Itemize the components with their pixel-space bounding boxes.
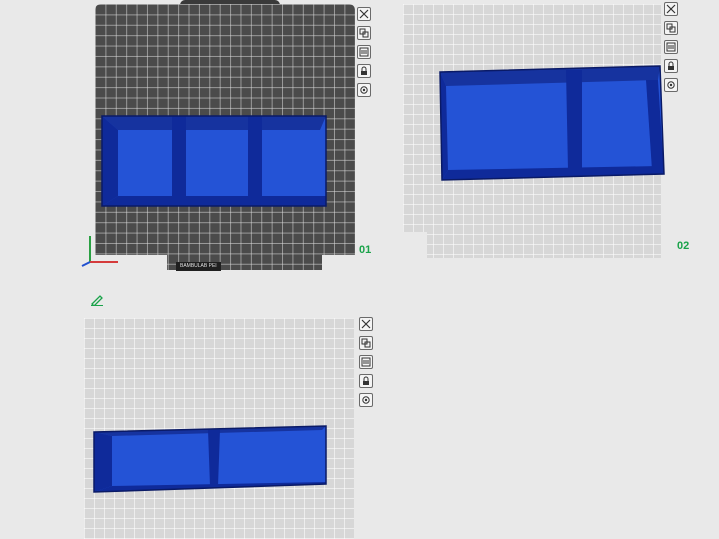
plate-02-toolbar [664, 2, 678, 92]
plate-02-orient-button[interactable] [664, 40, 678, 54]
close-icon [359, 9, 369, 19]
plate-01-arrange-button[interactable] [357, 26, 371, 40]
lock-icon [361, 66, 367, 75]
arrange-icon [361, 338, 371, 348]
plate-01-number[interactable]: 01 [359, 244, 371, 256]
plate-01-object[interactable] [98, 110, 330, 212]
lock-icon [668, 61, 674, 70]
lock-icon [363, 376, 369, 385]
plate-01-lock-button[interactable] [357, 64, 371, 78]
plate-01-bed-label: BAMBULAB PEI [176, 262, 221, 271]
plate-01-toolbar [357, 7, 371, 97]
orient-icon [361, 357, 371, 367]
plate-02-close-button[interactable] [664, 2, 678, 16]
plate-02-settings-button[interactable] [664, 78, 678, 92]
plate-03-object[interactable] [90, 422, 330, 496]
plate-03-toolbar [359, 317, 373, 407]
orient-icon [666, 42, 676, 52]
close-icon [666, 4, 676, 14]
plate-03-orient-button[interactable] [359, 355, 373, 369]
plate-01-orient-button[interactable] [357, 45, 371, 59]
arrange-icon [666, 23, 676, 33]
close-icon [361, 319, 371, 329]
plate-01-close-button[interactable] [357, 7, 371, 21]
plate-03-arrange-button[interactable] [359, 336, 373, 350]
pencil-icon[interactable] [90, 294, 104, 306]
plate-02-notch [403, 232, 427, 258]
plate-01-settings-button[interactable] [357, 83, 371, 97]
arrange-icon [359, 28, 369, 38]
plate-02-number[interactable]: 02 [677, 240, 689, 252]
settings-icon [362, 396, 370, 404]
plate-03-lock-button[interactable] [359, 374, 373, 388]
settings-icon [667, 81, 675, 89]
plate-02-lock-button[interactable] [664, 59, 678, 73]
settings-icon [360, 86, 368, 94]
axis-gizmo [81, 236, 118, 267]
plate-01-notch-right [322, 255, 358, 271]
plate-03-close-button[interactable] [359, 317, 373, 331]
orient-icon [359, 47, 369, 57]
plate-02-object[interactable] [436, 62, 668, 184]
plate-03-settings-button[interactable] [359, 393, 373, 407]
plate-02-arrange-button[interactable] [664, 21, 678, 35]
